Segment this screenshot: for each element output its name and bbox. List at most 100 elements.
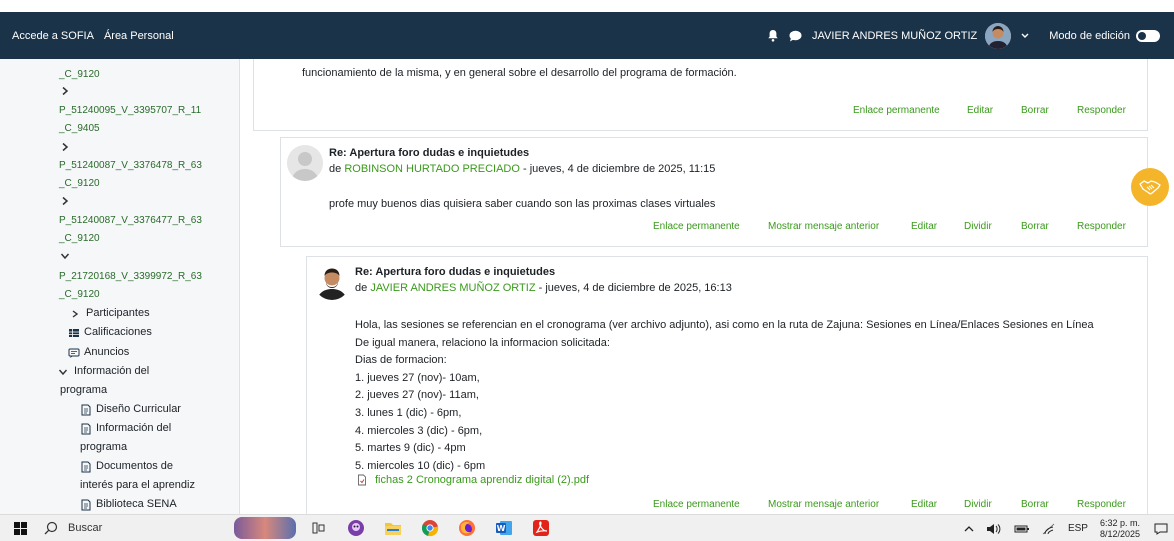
reply-link[interactable]: Responder [1077,105,1126,116]
permalink-link[interactable]: Enlace permanente [853,105,967,116]
author-link[interactable]: ROBINSON HURTADO PRECIADO [344,163,520,175]
course-code-item[interactable]: P_51240095_V_3395707_R_11 [59,102,201,120]
nav-link-personal-area[interactable]: Área Personal [104,30,174,42]
sidebar-item-curricular-design[interactable]: Diseño Curricular [80,400,181,419]
edit-mode-label: Modo de edición [1049,29,1130,42]
course-code-item[interactable]: _C_9120 [59,230,100,248]
post-body: funcionamiento de la misma, y en general… [302,67,737,79]
course-code-item[interactable]: P_51240087_V_3376478_R_63 [59,157,202,175]
course-code-item[interactable]: _C_9120 [59,175,100,193]
author-link[interactable]: JAVIER ANDRES MUÑOZ ORTIZ [370,282,535,294]
user-name[interactable]: JAVIER ANDRES MUÑOZ ORTIZ [812,30,977,42]
sidebar-section-program-info[interactable]: Información del [58,362,149,381]
delete-link[interactable]: Borrar [1021,105,1077,116]
sidebar-item-label: Diseño Curricular [96,403,181,415]
volume-icon[interactable] [986,523,1002,535]
file-icon [80,423,92,435]
edit-link[interactable]: Editar [967,105,1021,116]
sidebar-item-label: interés para el aprendiz [80,479,195,491]
windows-start-button[interactable] [0,515,40,541]
show-parent-link[interactable]: Mostrar mensaje anterior [768,499,911,510]
course-code-item[interactable]: _C_9120 [59,66,100,84]
sidebar-item-program-info[interactable]: Información del [80,419,171,438]
sidebar-item-grades[interactable]: Calificaciones [68,323,152,342]
chat-bubble-icon[interactable] [788,29,802,43]
chevron-down-icon[interactable] [1021,30,1029,42]
chevron-up-icon[interactable] [964,525,974,533]
notification-icon[interactable] [1154,523,1168,535]
attachment-file-icon [357,474,367,486]
course-code-item[interactable]: _C_9405 [59,120,100,138]
edit-link[interactable]: Editar [911,499,964,510]
chrome-icon[interactable] [416,515,444,541]
split-link[interactable]: Dividir [964,499,1021,510]
delete-link[interactable]: Borrar [1021,499,1077,510]
chevron-right-icon[interactable] [60,196,70,206]
sidebar-item-label: Calificaciones [84,326,152,338]
course-code-item[interactable]: P_21720168_V_3399972_R_63 [59,268,202,286]
word-icon[interactable]: W [490,515,518,541]
file-explorer-icon[interactable] [379,515,407,541]
user-avatar[interactable] [287,145,323,181]
clock[interactable]: 6:32 p. m. 8/12/2025 [1100,518,1140,540]
attachment-link[interactable]: fichas 2 Cronograma aprendiz digital (2)… [375,474,589,486]
chevron-right-icon [70,308,82,320]
post-body-line: 2. jueves 27 (nov)- 11am, [355,389,479,402]
pdf-reader-icon[interactable] [527,515,555,541]
taskbar-widget-image[interactable] [234,517,296,539]
nav-link-sofia[interactable]: Accede a SOFIA [12,30,94,42]
forum-post-reply: Re: Apertura foro dudas e inquietudes de… [306,256,1148,514]
sidebar-item-label: Participantes [86,307,150,319]
delete-link[interactable]: Borrar [1021,221,1077,232]
handshake-icon [1139,180,1161,195]
chevron-right-icon[interactable] [60,142,70,152]
reply-link[interactable]: Responder [1077,499,1126,510]
post-date: - jueves, 4 de diciembre de 2025, 11:15 [519,163,716,175]
firefox-icon[interactable] [453,515,481,541]
bell-icon[interactable] [766,29,780,43]
chevron-down-icon [58,366,70,378]
sidebar-item-participants[interactable]: Participantes [70,304,150,323]
show-parent-link[interactable]: Mostrar mensaje anterior [768,221,911,232]
chevron-down-icon[interactable] [60,251,70,261]
task-view-icon[interactable] [305,515,333,541]
windows-taskbar: Buscar W ESP 6:32 p. m. 8/12/2025 [0,514,1174,541]
permalink-link[interactable]: Enlace permanente [653,221,768,232]
wifi-icon[interactable] [1042,523,1056,535]
windows-logo-icon [13,521,27,535]
edit-link[interactable]: Editar [911,221,964,232]
language-indicator[interactable]: ESP [1068,523,1088,534]
user-avatar[interactable] [985,22,1012,49]
edit-mode-toggle[interactable] [1136,29,1160,42]
sidebar-item-label: Documentos de [96,460,174,472]
post-body-line: 3. lunes 1 (dic) - 6pm, [355,407,462,419]
course-code-item[interactable]: _C_9120 [59,286,100,304]
post-body-line: De igual manera, relaciono la informacio… [355,336,610,349]
clock-time: 6:32 p. m. [1099,517,1140,528]
app-icon-game[interactable] [342,515,370,541]
reply-link[interactable]: Responder [1077,221,1126,232]
taskbar-search[interactable]: Buscar [40,515,230,541]
sidebar-item-documents[interactable]: Documentos de [80,457,173,476]
post-meta: de ROBINSON HURTADO PRECIADO - jueves, 4… [329,163,715,175]
post-body-line: 1. jueves 27 (nov)- 10am, [355,371,480,384]
chevron-right-icon[interactable] [60,86,70,96]
sidebar-item-label: Anuncios [84,346,130,358]
support-handshake-button[interactable] [1131,168,1169,206]
attachment[interactable]: fichas 2 Cronograma aprendiz digital (2)… [357,474,589,486]
sidebar-item-label: programa [60,384,108,396]
clock-date: 8/12/2025 [1099,528,1140,539]
battery-icon[interactable] [1014,524,1030,534]
sidebar-item-library[interactable]: Biblioteca SENA [80,495,177,514]
post-date: - jueves, 4 de diciembre de 2025, 16:13 [535,282,732,294]
sidebar-item-announcements[interactable]: Anuncios [68,343,129,362]
course-code-item[interactable]: P_51240087_V_3376477_R_63 [59,212,202,230]
permalink-link[interactable]: Enlace permanente [653,499,768,510]
top-navbar: Accede a SOFIA Área Personal JAVIER ANDR… [0,12,1174,59]
split-link[interactable]: Dividir [964,221,1021,232]
post-body-line: 5. martes 9 (dic) - 4pm [355,442,466,455]
user-avatar[interactable] [314,264,350,300]
post-actions: Enlace permanente Mostrar mensaje anteri… [653,499,1126,510]
file-icon [80,499,92,511]
sidebar-item-label: Información del [96,422,172,434]
